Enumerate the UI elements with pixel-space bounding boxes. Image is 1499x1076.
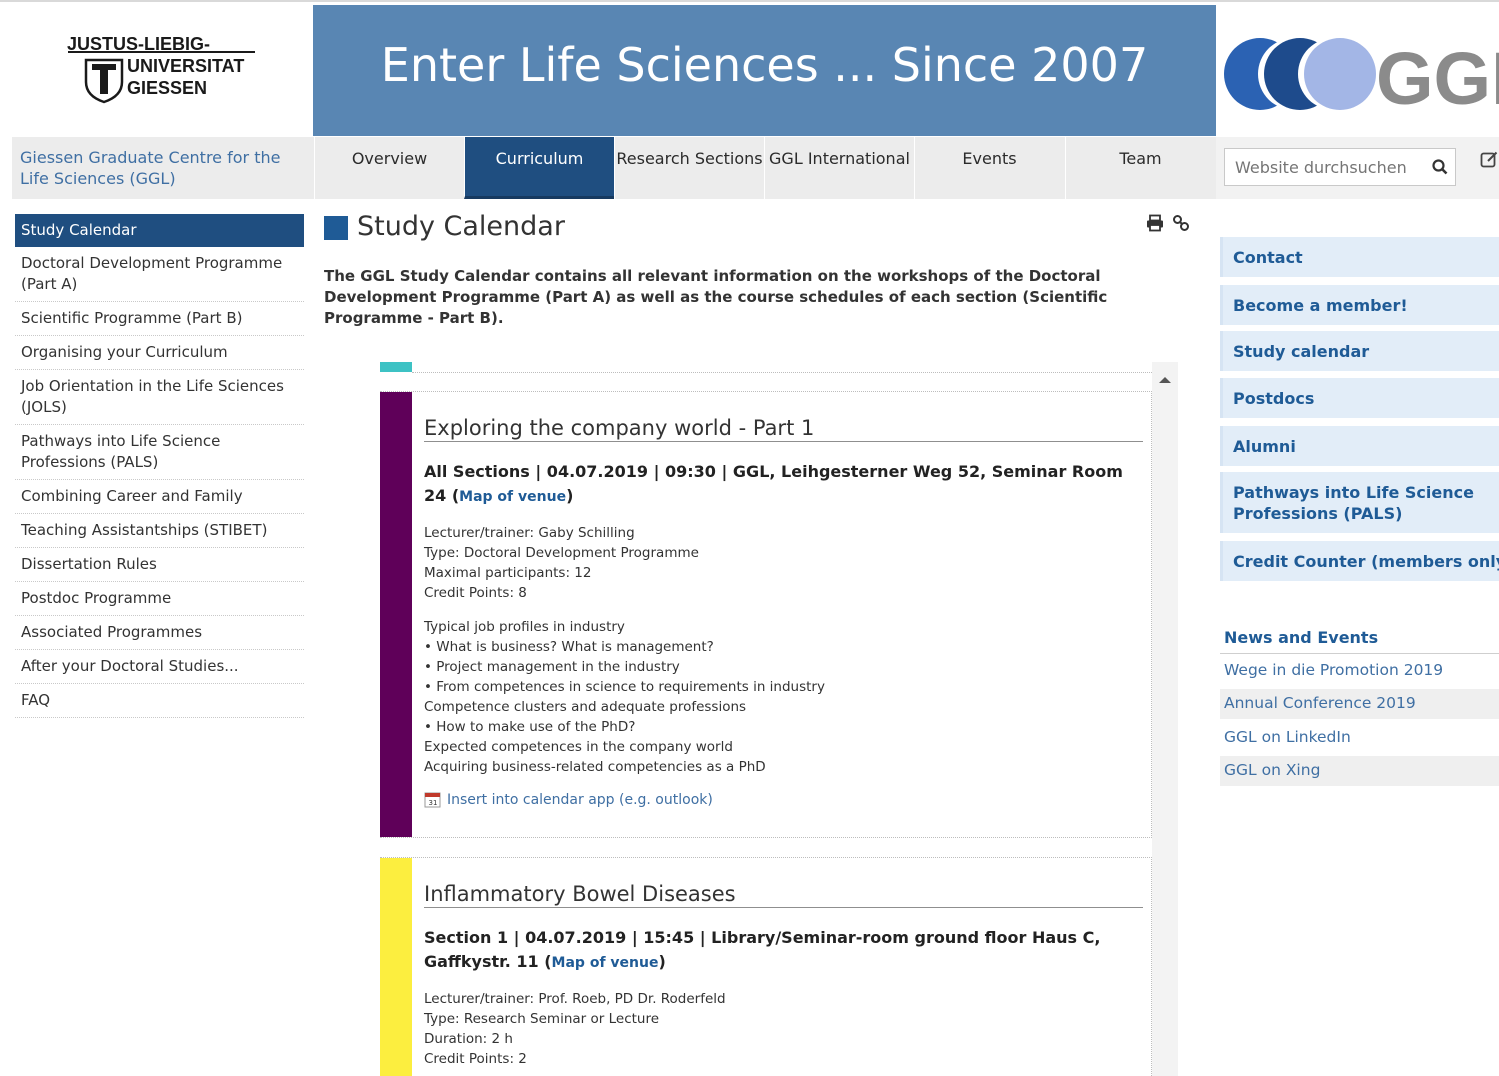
nav-home-link[interactable]: Giessen Graduate Centre for the Life Sci… <box>12 137 312 199</box>
nav-ggl-international[interactable]: GGL International <box>764 137 914 199</box>
previous-event-stripe <box>380 362 412 372</box>
event-lecturer: Lecturer/trainer: Gaby Schilling <box>424 525 635 541</box>
map-of-venue-link[interactable]: Map of venue <box>552 955 659 971</box>
sidebar-study-calendar[interactable]: Study calendar <box>1220 331 1499 371</box>
sidebar-pathways-pals[interactable]: Pathways into Life Science Professions (… <box>1220 472 1499 533</box>
event-max-participants: Maximal participants: 12 <box>424 565 592 581</box>
description-line: Expected competences in the company worl… <box>424 739 733 755</box>
nav-events[interactable]: Events <box>914 137 1064 199</box>
event-title[interactable]: Inflammatory Bowel Diseases <box>424 882 1143 908</box>
ggl-logo[interactable]: GGL <box>1220 36 1499 112</box>
search-input[interactable] <box>1233 157 1427 178</box>
scroll-up-arrow-icon[interactable] <box>1158 370 1172 389</box>
calendar-scrollbar[interactable] <box>1152 362 1178 1076</box>
sidebar-alumni[interactable]: Alumni <box>1220 426 1499 466</box>
description-line: Competence clusters and adequate profess… <box>424 699 747 715</box>
event-type: Type: Research Seminar or Lecture <box>424 1011 660 1027</box>
nav-curriculum[interactable]: Curriculum <box>464 137 614 199</box>
leftnav-scientific-programme[interactable]: Scientific Programme (Part B) <box>15 302 304 336</box>
description-line: • How to make use of the PhD? <box>424 719 636 735</box>
event-type: Type: Doctoral Development Programme <box>424 545 699 561</box>
leftnav-job-orientation[interactable]: Job Orientation in the Life Sciences (JO… <box>15 370 304 425</box>
search-box <box>1224 148 1456 186</box>
leftnav-doctoral-development-programme[interactable]: Doctoral Development Programme (Part A) <box>15 247 304 302</box>
insert-calendar-link[interactable]: 31 Insert into calendar app (e.g. outloo… <box>424 791 1143 808</box>
news-heading: News and Events <box>1224 628 1379 647</box>
search-icon[interactable] <box>1431 158 1449 180</box>
news-item[interactable]: GGL on LinkedIn <box>1220 723 1499 753</box>
news-divider <box>1220 653 1499 654</box>
map-of-venue-link[interactable]: Map of venue <box>459 489 566 505</box>
leftnav-study-calendar[interactable]: Study Calendar <box>15 214 304 247</box>
event-details: Lecturer/trainer: Prof. Roeb, PD Dr. Rod… <box>424 989 1143 1069</box>
university-name-line-1: JUSTUS-LIEBIG- <box>67 34 211 54</box>
nav-overview[interactable]: Overview <box>314 137 464 199</box>
description-line: Acquiring business-related competencies … <box>424 759 766 775</box>
description-line: • From competences in science to require… <box>424 679 825 695</box>
top-border <box>0 0 1499 2</box>
print-icon[interactable] <box>1146 214 1164 236</box>
permalink-icon[interactable] <box>1172 214 1190 236</box>
leftnav-after-doctoral-studies[interactable]: After your Doctoral Studies... <box>15 650 304 684</box>
left-navigation: Study Calendar Doctoral Development Prog… <box>15 214 304 718</box>
leftnav-associated-programmes[interactable]: Associated Programmes <box>15 616 304 650</box>
calendar-divider <box>412 372 1152 373</box>
calendar-icon: 31 <box>424 792 441 808</box>
sidebar-credit-counter[interactable]: Credit Counter (members only) <box>1220 541 1499 581</box>
event-meta-end: ) <box>658 952 666 971</box>
leftnav-pathways-pals[interactable]: Pathways into Life Science Professions (… <box>15 425 304 480</box>
event-lecturer: Lecturer/trainer: Prof. Roeb, PD Dr. Rod… <box>424 991 726 1007</box>
nav-team[interactable]: Team <box>1065 137 1215 199</box>
leftnav-postdoc-programme[interactable]: Postdoc Programme <box>15 582 304 616</box>
leftnav-career-family[interactable]: Combining Career and Family <box>15 480 304 514</box>
university-name-line-2: UNIVERSITAT <box>127 56 245 76</box>
description-line: • Project management in the industry <box>424 659 680 675</box>
svg-text:31: 31 <box>429 799 438 807</box>
description-line: Typical job profiles in industry <box>424 619 625 635</box>
edit-icon[interactable] <box>1480 150 1499 173</box>
event-meta-text: Section 1 | 04.07.2019 | 15:45 | Library… <box>424 928 1101 971</box>
event-description: Typical job profiles in industry • What … <box>424 617 1143 777</box>
title-marker <box>324 216 348 240</box>
nav-research-sections[interactable]: Research Sections <box>614 137 764 199</box>
event-credit-points: Credit Points: 8 <box>424 585 527 601</box>
description-line: • What is business? What is management? <box>424 639 714 655</box>
sidebar-become-member[interactable]: Become a member! <box>1220 285 1499 325</box>
sidebar-contact[interactable]: Contact <box>1220 237 1499 277</box>
event-card: Inflammatory Bowel Diseases Section 1 | … <box>380 857 1152 1076</box>
leftnav-faq[interactable]: FAQ <box>15 684 304 718</box>
leftnav-teaching-assistantships[interactable]: Teaching Assistantships (STIBET) <box>15 514 304 548</box>
event-meta-end: ) <box>566 486 574 505</box>
sidebar-postdocs[interactable]: Postdocs <box>1220 378 1499 418</box>
event-meta: All Sections | 04.07.2019 | 09:30 | GGL,… <box>424 460 1143 509</box>
news-item[interactable]: GGL on Xing <box>1220 756 1499 786</box>
intro-text: The GGL Study Calendar contains all rele… <box>324 267 1108 327</box>
event-color-stripe <box>380 858 412 1076</box>
banner-title: Enter Life Sciences ... Since 2007 <box>380 38 1149 92</box>
event-credit-points: Credit Points: 2 <box>424 1051 527 1067</box>
ggl-logo-text: GGL <box>1376 37 1499 112</box>
event-card: Exploring the company world - Part 1 All… <box>380 391 1152 838</box>
news-item[interactable]: Wege in die Promotion 2019 <box>1220 656 1499 686</box>
insert-calendar-label: Insert into calendar app (e.g. outlook) <box>447 791 713 808</box>
event-title[interactable]: Exploring the company world - Part 1 <box>424 416 1143 442</box>
event-details: Lecturer/trainer: Gaby Schilling Type: D… <box>424 523 1143 603</box>
university-name-line-3: GIESSEN <box>127 78 208 98</box>
leftnav-dissertation-rules[interactable]: Dissertation Rules <box>15 548 304 582</box>
page-title: Study Calendar <box>357 211 565 242</box>
event-meta: Section 1 | 04.07.2019 | 15:45 | Library… <box>424 926 1143 975</box>
event-duration: Duration: 2 h <box>424 1031 513 1047</box>
event-color-stripe <box>380 392 412 837</box>
leftnav-organising-curriculum[interactable]: Organising your Curriculum <box>15 336 304 370</box>
news-item[interactable]: Annual Conference 2019 <box>1220 689 1499 719</box>
